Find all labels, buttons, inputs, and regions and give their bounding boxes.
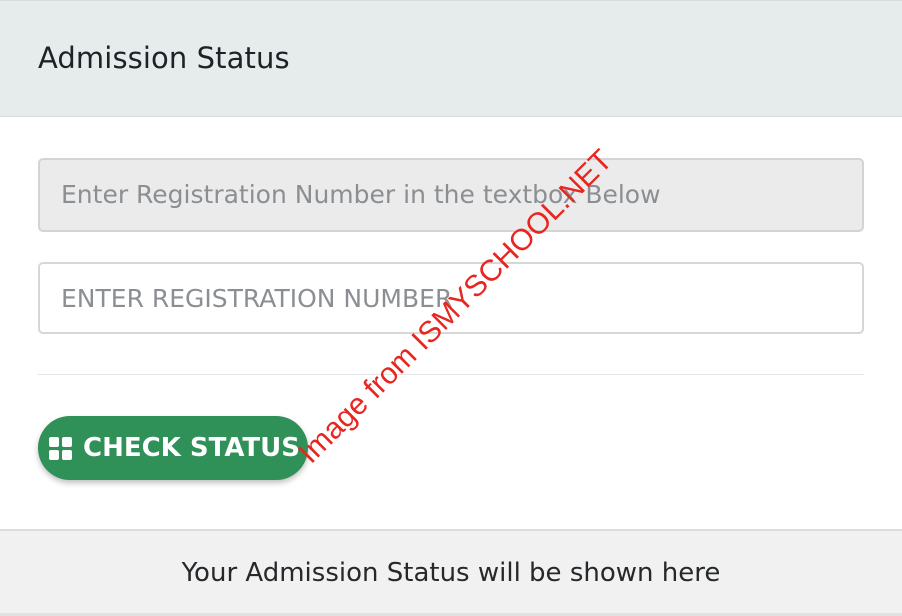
page-title: Admission Status — [38, 41, 290, 75]
check-status-label: CHECK STATUS — [83, 433, 301, 463]
instruction-box: Enter Registration Number in the textbox… — [38, 158, 864, 232]
panel-header: Admission Status — [0, 0, 902, 117]
th-large-icon — [49, 436, 72, 460]
status-result-area: Your Admission Status will be shown here — [0, 529, 902, 616]
status-result-message: Your Admission Status will be shown here — [181, 558, 721, 588]
check-status-button[interactable]: CHECK STATUS — [38, 416, 308, 480]
admission-status-panel: Admission Status Enter Registration Numb… — [0, 0, 902, 616]
form-divider — [38, 374, 864, 375]
registration-number-input[interactable] — [38, 262, 864, 334]
